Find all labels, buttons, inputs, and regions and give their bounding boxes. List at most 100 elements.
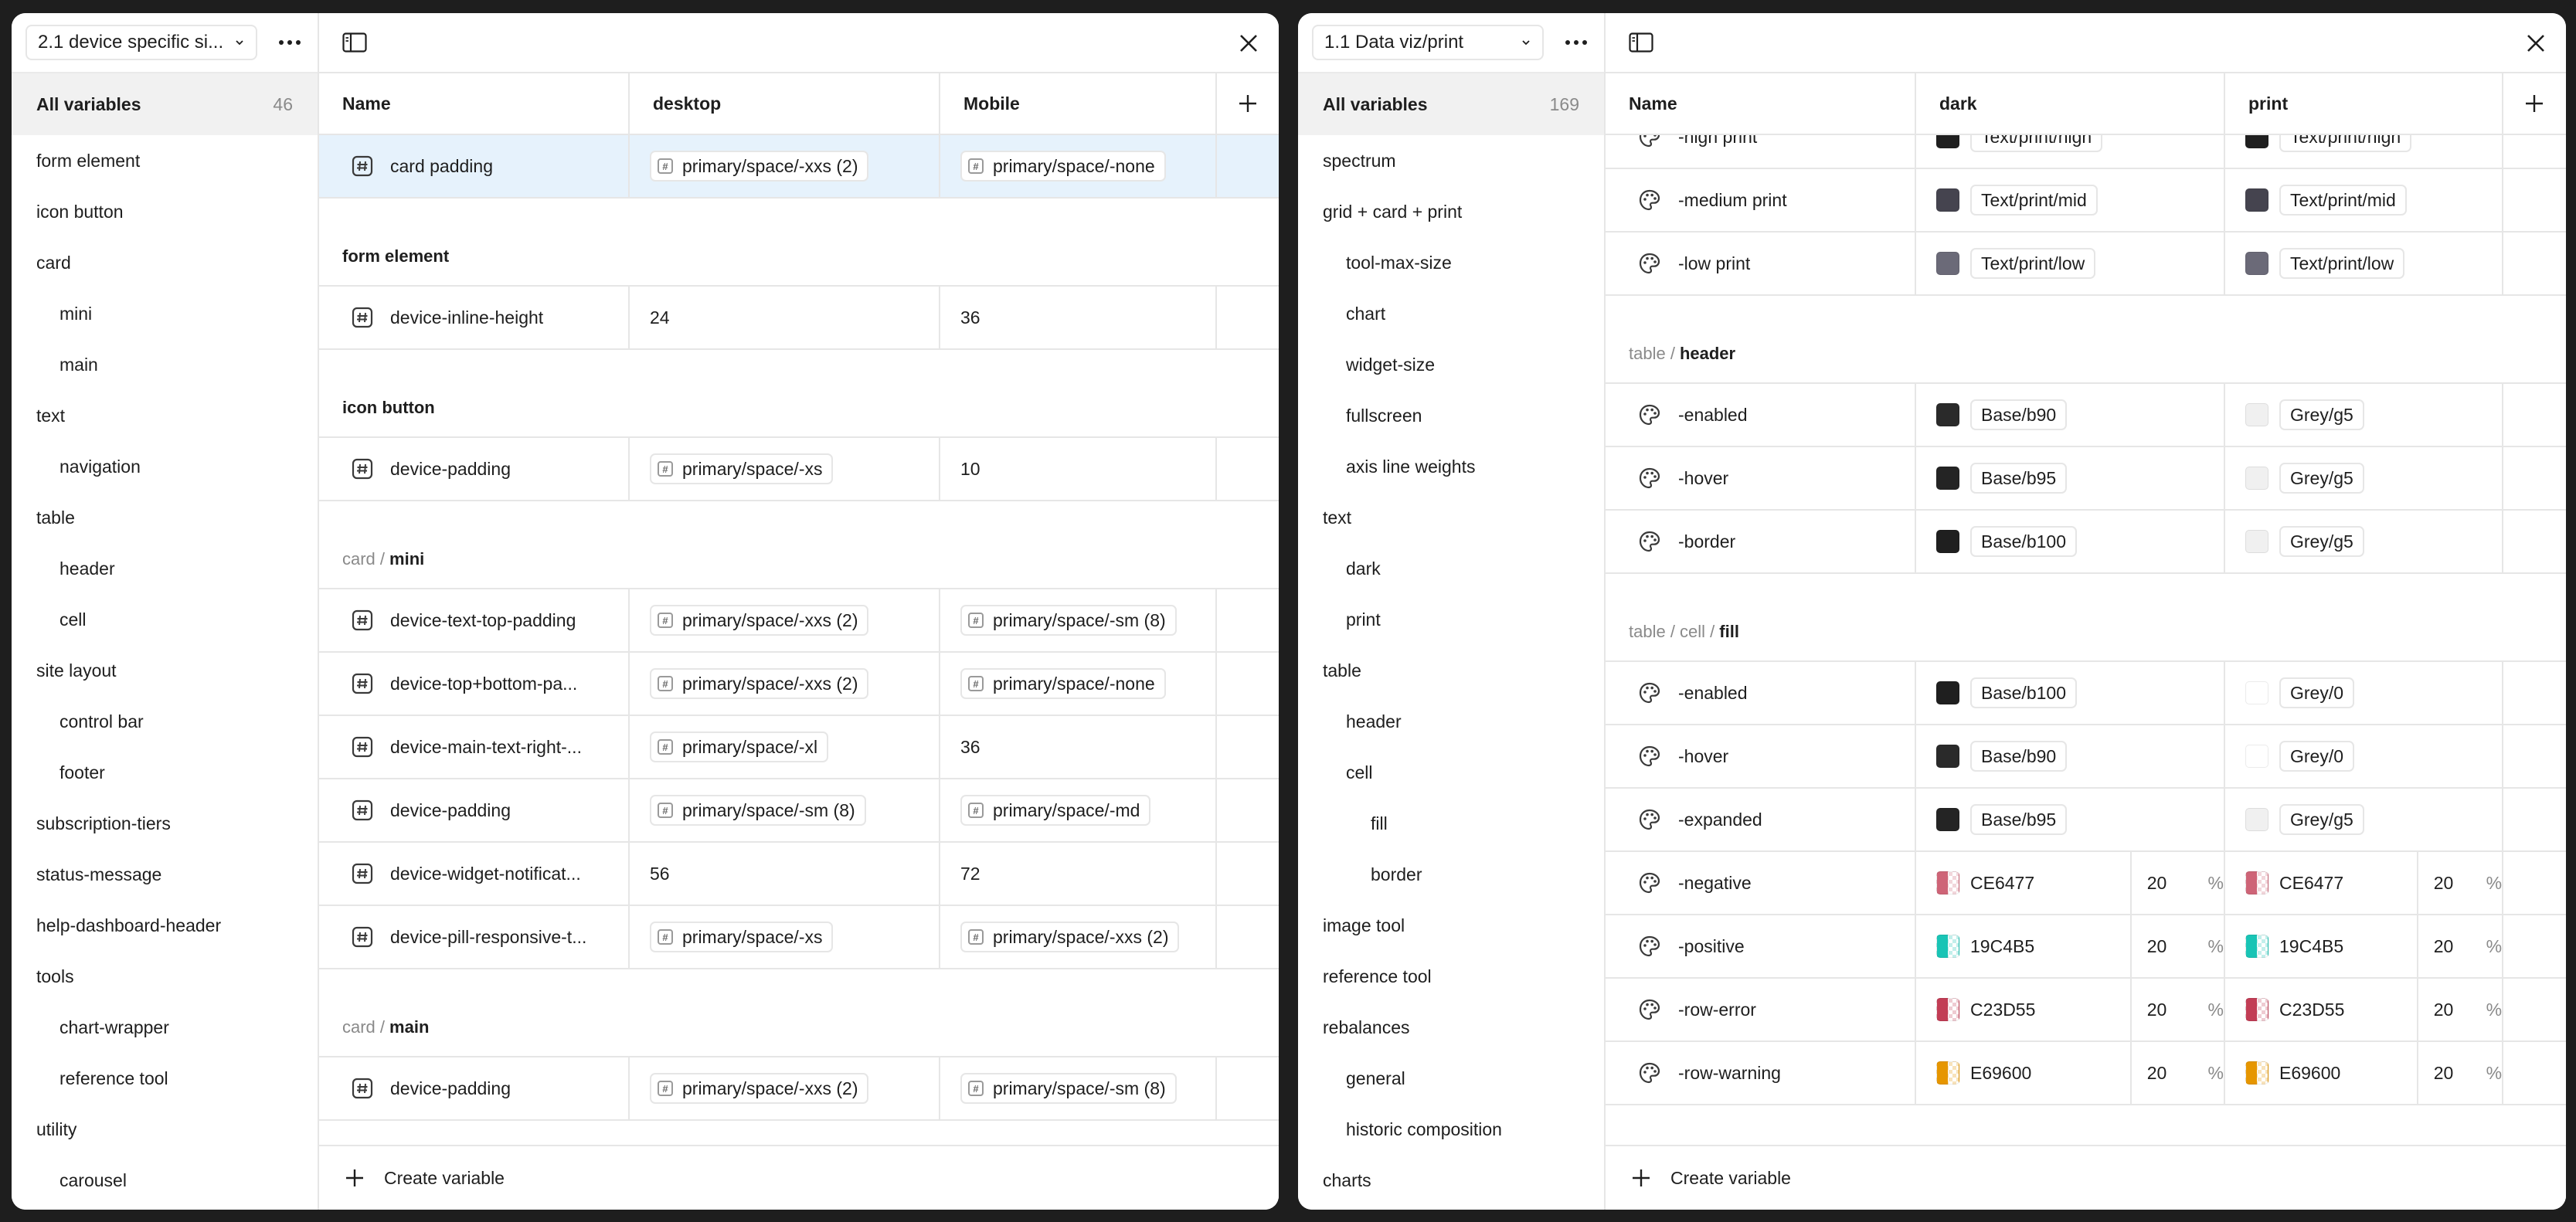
hex-value[interactable]: E69600 [1970,1063,2130,1084]
variable-value-cell[interactable]: Grey/0 [2225,662,2503,724]
variable-name-cell[interactable]: card padding [319,135,630,197]
variable-value-cell[interactable]: # primary/space/-xs [630,906,940,968]
group-item[interactable]: subscription-tiers [12,798,318,849]
variable-value-cell[interactable]: Text/print/mid [2225,169,2503,231]
alias-pill[interactable]: Grey/0 [2279,741,2355,772]
variable-row[interactable]: -hover Base/b95 Grey/g5 [1606,447,2566,511]
variable-value-cell[interactable]: 72 [940,843,1217,905]
column-header[interactable]: print [2225,73,2503,134]
variable-row[interactable]: device-text-top-padding # primary/space/-x… [319,589,1279,653]
variable-value-cell[interactable]: # primary/space/-xxs (2) [630,589,940,651]
group-item[interactable]: chart [1298,288,1604,339]
variable-row[interactable]: -negative CE6477 20% CE6477 20% [1606,852,2566,915]
group-item[interactable]: cell [1298,747,1604,798]
variable-row[interactable]: device-pill-responsive-t... # primary/spac… [319,906,1279,969]
variable-row[interactable]: -row-error C23D55 20% C23D55 20% [1606,979,2566,1042]
opacity-value[interactable]: 20 [2434,936,2486,957]
variable-value-cell[interactable]: # primary/space/-sm (8) [940,1057,1217,1119]
variable-row[interactable]: device-widget-notificat... 56 72 [319,843,1279,906]
group-item[interactable]: header [12,543,318,594]
alias-pill[interactable]: Text/print/low [2279,248,2405,279]
alias-pill[interactable]: # primary/space/-xl [650,732,829,762]
group-item[interactable]: navigation [12,441,318,492]
variable-row[interactable]: -border Base/b100 Grey/g5 [1606,511,2566,574]
variable-name-cell[interactable]: -border [1606,511,1916,572]
collection-dropdown[interactable]: 2.1 device specific si... [25,25,257,60]
variable-row[interactable]: -hover Base/b90 Grey/0 [1606,725,2566,789]
close-icon[interactable] [1237,32,1260,55]
variable-value-cell[interactable]: Text/print/low [1916,233,2225,294]
variable-name-cell[interactable]: -low print [1606,233,1916,294]
variable-name-cell[interactable]: device-padding [319,438,630,500]
variable-value-cell[interactable]: # primary/space/-xl [630,716,940,778]
variable-value-cell[interactable]: # primary/space/-xxs (2) [630,135,940,197]
variable-name-cell[interactable]: device-text-top-padding [319,589,630,651]
alias-pill[interactable]: # primary/space/-sm (8) [960,1073,1177,1104]
group-item[interactable]: icon button [12,186,318,237]
variable-value-cell[interactable]: # primary/space/-sm (8) [630,779,940,841]
group-item[interactable]: card [12,237,318,288]
variable-row[interactable]: device-top+bottom-pa... # primary/space/-x… [319,653,1279,716]
add-mode-icon[interactable] [1217,73,1279,134]
variable-value-cell[interactable]: C23D55 20% [1916,979,2225,1040]
group-item[interactable]: widget-size [1298,339,1604,390]
alias-pill[interactable]: Grey/0 [2279,677,2355,708]
alias-pill[interactable]: # primary/space/-xxs (2) [650,668,869,699]
alias-pill[interactable]: Base/b95 [1970,804,2068,835]
alias-pill[interactable]: Grey/g5 [2279,804,2364,835]
variable-name-cell[interactable]: device-widget-notificat... [319,843,630,905]
more-options-button[interactable] [274,30,305,55]
variable-value-cell[interactable]: 19C4B5 20% [1916,915,2225,977]
variable-row[interactable]: device-padding # primary/space/-sm (8) # pri… [319,779,1279,843]
variable-name-cell[interactable]: -enabled [1606,384,1916,446]
group-item[interactable]: reference tool [1298,951,1604,1002]
variable-name-cell[interactable]: -enabled [1606,662,1916,724]
opacity-value[interactable]: 20 [2434,1063,2486,1084]
group-item[interactable]: main [12,339,318,390]
variable-name-cell[interactable]: -hover [1606,725,1916,787]
column-header[interactable]: Name [1606,73,1916,134]
variable-value-cell[interactable]: C23D55 20% [2225,979,2503,1040]
group-item[interactable]: status-message [12,849,318,900]
group-item[interactable]: charts [1298,1155,1604,1206]
opacity-value[interactable]: 20 [2147,1000,2208,1020]
group-item[interactable]: carousel [12,1155,318,1206]
group-item[interactable]: footer [12,747,318,798]
variable-row[interactable]: -expanded Base/b95 Grey/g5 [1606,789,2566,852]
variable-row[interactable]: device-inline-height 24 36 [319,287,1279,350]
variable-row[interactable]: -enabled Base/b90 Grey/g5 [1606,384,2566,447]
variable-value-cell[interactable]: 56 [630,843,940,905]
variable-value-cell[interactable]: Text/print/low [2225,233,2503,294]
hex-value[interactable]: C23D55 [2279,1000,2417,1020]
variable-value-cell[interactable]: Base/b95 [1916,447,2225,509]
variable-value-cell[interactable]: # primary/space/-xxs (2) [630,1057,940,1119]
variable-value-cell[interactable]: E69600 20% [1916,1042,2225,1104]
create-variable-button[interactable]: Create variable [319,1145,1279,1210]
variable-name-cell[interactable]: -high print [1606,135,1916,168]
variable-name-cell[interactable]: device-padding [319,1057,630,1119]
variable-name-cell[interactable]: device-main-text-right-... [319,716,630,778]
variable-name-cell[interactable]: -negative [1606,852,1916,914]
variable-value-cell[interactable]: Base/b100 [1916,511,2225,572]
variable-value-cell[interactable]: # primary/space/-md [940,779,1217,841]
variable-value-cell[interactable]: Grey/0 [2225,725,2503,787]
alias-pill[interactable]: # primary/space/-md [960,795,1151,826]
column-header[interactable]: Name [319,73,630,134]
group-item[interactable]: reference tool [12,1053,318,1104]
group-item[interactable]: form element [12,135,318,186]
alias-pill[interactable]: # primary/space/-xxs (2) [650,151,869,182]
hex-value[interactable]: 19C4B5 [2279,936,2417,957]
alias-pill[interactable]: Text/print/high [2279,135,2412,152]
variable-row[interactable]: -low print Text/print/low Text/print/low [1606,233,2566,296]
variable-value-cell[interactable]: 10 [940,438,1217,500]
alias-pill[interactable]: # primary/space/-xxs (2) [960,922,1180,952]
group-item[interactable]: fullscreen [1298,390,1604,441]
alias-pill[interactable]: Grey/g5 [2279,463,2364,494]
variable-name-cell[interactable]: device-inline-height [319,287,630,348]
variable-value-cell[interactable]: CE6477 20% [1916,852,2225,914]
variable-value-cell[interactable]: Base/b90 [1916,384,2225,446]
alias-pill[interactable]: # primary/space/-none [960,151,1166,182]
alias-pill[interactable]: Base/b90 [1970,399,2068,430]
variable-name-cell[interactable]: device-padding [319,779,630,841]
variable-value-cell[interactable]: E69600 20% [2225,1042,2503,1104]
